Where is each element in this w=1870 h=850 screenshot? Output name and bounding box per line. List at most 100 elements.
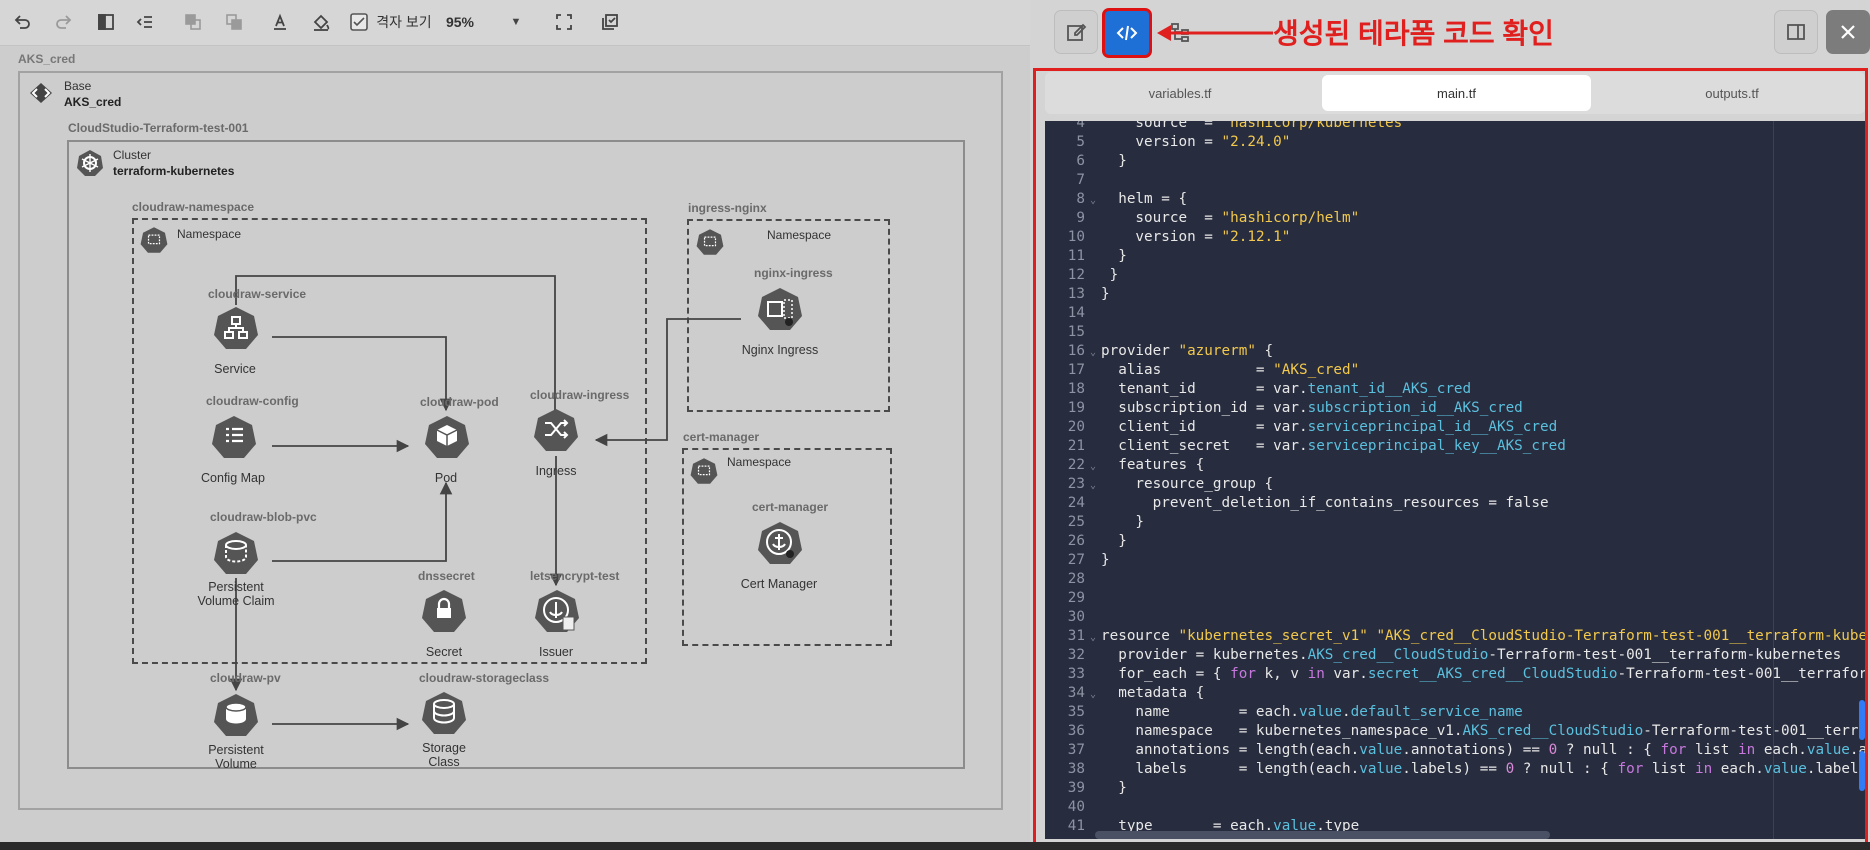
code-token: serviceprincipal_id__AKS_cred	[1307, 419, 1558, 435]
code-line[interactable]: 7	[1045, 171, 1101, 190]
zoom-dropdown-icon[interactable]: ▼	[508, 10, 524, 34]
service-icon[interactable]	[213, 305, 259, 351]
line-number: 41	[1067, 818, 1085, 834]
undo-icon[interactable]	[10, 10, 34, 34]
line-number: 23	[1067, 476, 1085, 492]
edit-icon[interactable]	[1054, 10, 1098, 54]
line-number: 32	[1067, 647, 1085, 663]
code-line[interactable]: 26 }	[1045, 532, 1127, 551]
issuer-icon[interactable]	[534, 588, 580, 634]
sidebar-toggle-icon[interactable]	[1774, 10, 1818, 54]
fold-chevron-icon[interactable]: ⌄	[1085, 191, 1101, 210]
nginx-ingress-icon[interactable]	[757, 286, 803, 332]
code-token: "kubernetes_secret_v1"	[1178, 628, 1368, 644]
code-line[interactable]: 12 }	[1045, 266, 1118, 285]
storageclass-icon[interactable]	[421, 690, 467, 736]
line-number: 9	[1076, 210, 1085, 226]
fold-chevron-icon[interactable]: ⌄	[1085, 685, 1101, 704]
code-line[interactable]: 20 client_id = var.serviceprincipal_id__…	[1045, 418, 1557, 437]
code-line[interactable]: 4 source = "hashicorp/kubernetes"	[1045, 121, 1411, 133]
code-line[interactable]: 22 ⌄ features {	[1045, 456, 1205, 476]
code-line[interactable]: 34 ⌄ metadata {	[1045, 684, 1205, 704]
code-line[interactable]: 27}	[1045, 551, 1110, 570]
code-line[interactable]: 10 version = "2.12.1"	[1045, 228, 1291, 247]
grid-checkbox[interactable]	[348, 10, 370, 34]
code-line[interactable]: 38 labels = length(each.value.labels) ==…	[1045, 760, 1865, 779]
tab-main[interactable]: main.tf	[1322, 75, 1591, 111]
export-icon[interactable]	[598, 10, 622, 34]
code-token: }	[1101, 267, 1119, 283]
redo-icon[interactable]	[52, 10, 76, 34]
code-line[interactable]: 8 ⌄ helm = {	[1045, 190, 1187, 209]
pv-icon[interactable]	[213, 692, 259, 738]
bring-forward-icon[interactable]	[181, 10, 205, 34]
fold-chevron-icon[interactable]: ⌄	[1085, 476, 1101, 495]
text-color-icon[interactable]	[268, 10, 292, 34]
code-view-button[interactable]	[1102, 8, 1152, 58]
fold-chevron-icon[interactable]: ⌄	[1085, 343, 1101, 362]
code-editor[interactable]: 4 source = "hashicorp/kubernetes" 5 versi…	[1045, 121, 1865, 839]
cert-manager-icon[interactable]	[757, 520, 803, 566]
code-line[interactable]: 25 }	[1045, 513, 1144, 532]
line-number: 8	[1076, 191, 1085, 207]
code-line[interactable]: 17 alias = "AKS_cred"	[1045, 361, 1359, 380]
code-line[interactable]: 14	[1045, 304, 1101, 323]
tab-outputs[interactable]: outputs.tf	[1601, 75, 1863, 111]
code-line[interactable]: 39 }	[1045, 779, 1127, 798]
configmap-icon[interactable]	[211, 414, 257, 460]
code-line[interactable]: 13}	[1045, 285, 1110, 304]
fullscreen-icon[interactable]	[552, 10, 576, 34]
code-line[interactable]: 28	[1045, 570, 1101, 589]
code-line[interactable]: 40	[1045, 798, 1101, 817]
send-backward-icon[interactable]	[222, 10, 246, 34]
bottom-strip	[0, 842, 1870, 850]
code-line[interactable]: 23 ⌄ resource_group {	[1045, 475, 1273, 494]
line-number: 20	[1067, 419, 1085, 435]
pvc-icon[interactable]	[213, 530, 259, 576]
code-token: for	[1660, 742, 1687, 758]
code-token: "azurerm"	[1178, 343, 1256, 359]
code-token: }	[1101, 153, 1127, 169]
code-line[interactable]: 6 }	[1045, 152, 1127, 171]
horizontal-scrollbar[interactable]	[1095, 831, 1550, 839]
code-line[interactable]: 31 ⌄ resource "kubernetes_secret_v1" "AKS_…	[1045, 627, 1865, 646]
code-line[interactable]: 37 annotations = length(each.value.annot…	[1045, 741, 1865, 760]
panel-layout-icon[interactable]	[94, 10, 118, 34]
code-token: provider	[1101, 343, 1179, 359]
node-title-secret: dnssecret	[418, 569, 475, 583]
code-line[interactable]: 9 source = "hashicorp/helm"	[1045, 209, 1359, 228]
code-token: prevent_deletion_if_contains_resources =…	[1101, 495, 1549, 511]
close-icon[interactable]	[1826, 10, 1870, 54]
code-line[interactable]: 11 }	[1045, 247, 1127, 266]
code-line[interactable]: 36 namespace = kubernetes_namespace_v1.A…	[1045, 722, 1865, 741]
code-line[interactable]: 15	[1045, 323, 1101, 342]
code-token: name = each.	[1101, 704, 1299, 720]
fold-chevron-icon[interactable]: ⌄	[1085, 628, 1101, 647]
code-token: each.	[1712, 761, 1764, 777]
outdent-icon[interactable]	[133, 10, 157, 34]
node-label-config: Config Map	[201, 471, 265, 485]
secret-icon[interactable]	[421, 588, 467, 634]
code-line[interactable]: 24 prevent_deletion_if_contains_resource…	[1045, 494, 1549, 513]
line-number: 39	[1067, 780, 1085, 796]
zoom-value[interactable]: 95%	[440, 10, 480, 34]
cluster-kind: Cluster	[113, 148, 152, 162]
code-line[interactable]: 35 name = each.value.default_service_nam…	[1045, 703, 1523, 722]
code-line[interactable]: 5 version = "2.24.0"	[1045, 133, 1290, 152]
fill-color-icon[interactable]	[309, 10, 333, 34]
ingress-icon[interactable]	[533, 407, 579, 453]
tab-variables[interactable]: variables.tf	[1049, 75, 1311, 111]
node-title-pvc: cloudraw-blob-pvc	[210, 510, 317, 524]
code-token: version =	[1101, 229, 1222, 245]
code-line[interactable]: 19 subscription_id = var.subscription_id…	[1045, 399, 1523, 418]
code-token: tenant_id = var.	[1101, 381, 1308, 397]
code-line[interactable]: 30	[1045, 608, 1101, 627]
pod-icon[interactable]	[424, 414, 470, 460]
code-line[interactable]: 32 provider = kubernetes.AKS_cred__Cloud…	[1045, 646, 1841, 665]
code-line[interactable]: 33 for_each = { for k, v in var.secret__…	[1045, 665, 1865, 684]
code-line[interactable]: 21 client_secret = var.serviceprincipal_…	[1045, 437, 1566, 456]
code-line[interactable]: 18 tenant_id = var.tenant_id__AKS_cred	[1045, 380, 1471, 399]
code-line[interactable]: 29	[1045, 589, 1101, 608]
fold-chevron-icon[interactable]: ⌄	[1085, 457, 1101, 476]
code-line[interactable]: 16 ⌄ provider "azurerm" {	[1045, 342, 1273, 361]
